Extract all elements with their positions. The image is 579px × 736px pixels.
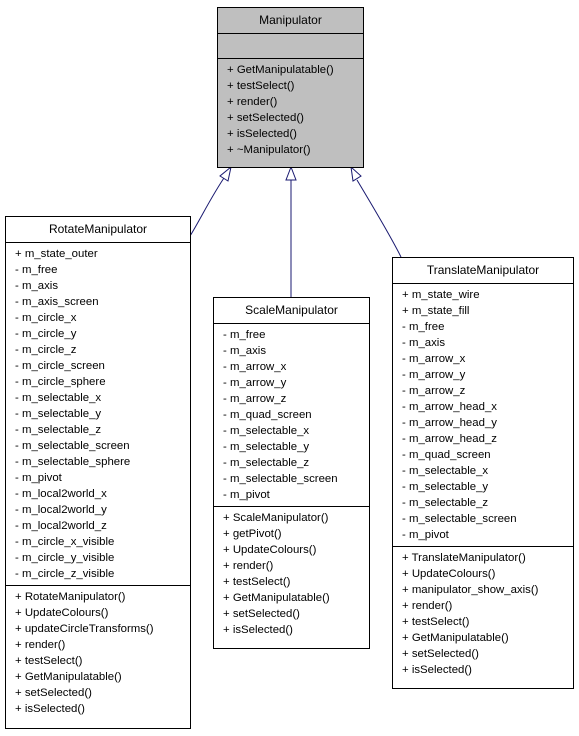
class-attribute: - m_arrow_head_x: [402, 401, 497, 413]
class-attribute: - m_arrow_x: [402, 353, 466, 365]
class-attribute: - m_free: [15, 264, 58, 276]
class-method: + UpdateColours(): [223, 544, 317, 556]
class-method: + UpdateColours(): [402, 568, 496, 580]
class-scale-manipulator[interactable]: ScaleManipulator - m_free - m_axis - m_arr…: [213, 297, 370, 649]
class-attribute: - m_selectable_screen: [223, 473, 338, 485]
class-attribute: - m_arrow_x: [223, 361, 287, 373]
class-name: Manipulator: [218, 8, 363, 34]
class-attribute: - m_free: [402, 321, 445, 333]
class-name: ScaleManipulator: [214, 298, 369, 324]
class-rotate-manipulator[interactable]: RotateManipulator + m_state_outer - m_fre…: [5, 216, 191, 729]
edge-rotate-to-manipulator: [189, 174, 227, 237]
class-attribute: - m_pivot: [223, 489, 270, 501]
class-attribute: - m_circle_z: [15, 344, 77, 356]
class-method: + GetManipulatable(): [15, 671, 122, 683]
class-method: + isSelected(): [15, 703, 85, 715]
class-attribute: - m_axis: [223, 345, 267, 357]
attributes-section: + m_state_outer - m_free - m_axis - m_axis_…: [6, 243, 190, 586]
class-method: + TranslateManipulator(): [402, 552, 526, 564]
inheritance-arrowhead-translate: [350, 165, 362, 182]
class-attribute: - m_axis: [15, 280, 59, 292]
class-method: + testSelect(): [223, 576, 291, 588]
class-method: + isSelected(): [227, 128, 297, 140]
class-method: + setSelected(): [223, 608, 300, 620]
class-manipulator[interactable]: Manipulator + GetManipulatable() + testSe…: [217, 7, 364, 168]
class-attribute: - m_free: [223, 329, 266, 341]
class-method: + RotateManipulator(): [15, 591, 126, 603]
class-method: + render(): [223, 560, 274, 572]
inheritance-arrowhead-rotate: [219, 165, 232, 182]
class-method: + setSelected(): [402, 648, 479, 660]
class-attribute: - m_selectable_x: [223, 425, 310, 437]
class-method: + UpdateColours(): [15, 607, 109, 619]
class-attribute: - m_circle_sphere: [15, 376, 106, 388]
class-attribute: - m_selectable_y: [223, 441, 310, 453]
class-method: + ScaleManipulator(): [223, 512, 329, 524]
class-method: + GetManipulatable(): [223, 592, 330, 604]
class-attribute: + m_state_wire: [402, 289, 480, 301]
class-attribute: - m_circle_x_visible: [15, 536, 115, 548]
class-attribute: - m_local2world_x: [15, 488, 107, 500]
class-method: + isSelected(): [402, 664, 472, 676]
attributes-section: [218, 34, 363, 59]
class-attribute: - m_circle_screen: [15, 360, 105, 372]
methods-section: + TranslateManipulator() + UpdateColours(…: [393, 547, 573, 681]
methods-section: + ScaleManipulator() + getPivot() + Update…: [214, 507, 369, 641]
class-attribute: - m_selectable_x: [15, 392, 102, 404]
class-method: + testSelect(): [402, 616, 470, 628]
class-attribute: - m_selectable_y: [15, 408, 102, 420]
class-method: + render(): [15, 639, 66, 651]
class-attribute: - m_axis: [402, 337, 446, 349]
attributes-section: - m_free - m_axis - m_arrow_x - m_arrow_y - …: [214, 324, 369, 507]
class-attribute: - m_selectable_screen: [402, 513, 517, 525]
class-attribute: + m_state_outer: [15, 248, 98, 260]
class-attribute: - m_selectable_x: [402, 465, 489, 477]
class-name: TranslateManipulator: [393, 258, 573, 284]
class-attribute: - m_quad_screen: [223, 409, 312, 421]
class-method: + render(): [227, 96, 278, 108]
class-attribute: + m_state_fill: [402, 305, 470, 317]
class-method: + setSelected(): [227, 112, 304, 124]
class-method: + getPivot(): [223, 528, 282, 540]
class-attribute: - m_selectable_z: [15, 424, 102, 436]
class-attribute: - m_local2world_y: [15, 504, 107, 516]
class-attribute: - m_arrow_y: [402, 369, 466, 381]
class-attribute: - m_axis_screen: [15, 296, 99, 308]
class-attribute: - m_selectable_screen: [15, 440, 130, 452]
class-attribute: - m_arrow_y: [223, 377, 287, 389]
class-translate-manipulator[interactable]: TranslateManipulator + m_state_wire + m_s…: [392, 257, 574, 689]
class-attribute: - m_selectable_sphere: [15, 456, 131, 468]
class-attribute: - m_arrow_head_y: [402, 417, 497, 429]
class-method: + isSelected(): [223, 624, 293, 636]
class-attribute: - m_local2world_z: [15, 520, 107, 532]
class-attribute: - m_circle_x: [15, 312, 77, 324]
class-method: + setSelected(): [15, 687, 92, 699]
class-attribute: - m_arrow_z: [402, 385, 466, 397]
class-attribute: - m_circle_y_visible: [15, 552, 115, 564]
class-attribute: - m_selectable_y: [402, 481, 489, 493]
class-method: + ~Manipulator(): [227, 144, 311, 156]
class-method: + manipulator_show_axis(): [402, 584, 539, 596]
attributes-section: + m_state_wire + m_state_fill - m_free - m_…: [393, 284, 573, 547]
class-method: + testSelect(): [15, 655, 83, 667]
methods-section: + RotateManipulator() + UpdateColours() + …: [6, 586, 190, 720]
class-attribute: - m_quad_screen: [402, 449, 491, 461]
class-method: + render(): [402, 600, 453, 612]
class-attribute: - m_pivot: [15, 472, 62, 484]
edge-translate-to-manipulator: [356, 179, 402, 258]
methods-section: + GetManipulatable() + testSelect() + rend…: [218, 59, 363, 161]
class-attribute: - m_circle_z_visible: [15, 568, 115, 580]
class-method: + testSelect(): [227, 80, 295, 92]
class-attribute: - m_selectable_z: [402, 497, 489, 509]
class-attribute: - m_circle_y: [15, 328, 77, 340]
class-attribute: - m_selectable_z: [223, 457, 310, 469]
class-attribute: - m_arrow_z: [223, 393, 287, 405]
class-attribute: - m_pivot: [402, 529, 449, 541]
inheritance-arrowhead-scale: [285, 165, 297, 181]
class-method: + GetManipulatable(): [227, 64, 334, 76]
class-name: RotateManipulator: [6, 217, 190, 243]
class-attribute: - m_arrow_head_z: [402, 433, 497, 445]
class-method: + updateCircleTransforms(): [15, 623, 154, 635]
class-method: + GetManipulatable(): [402, 632, 509, 644]
